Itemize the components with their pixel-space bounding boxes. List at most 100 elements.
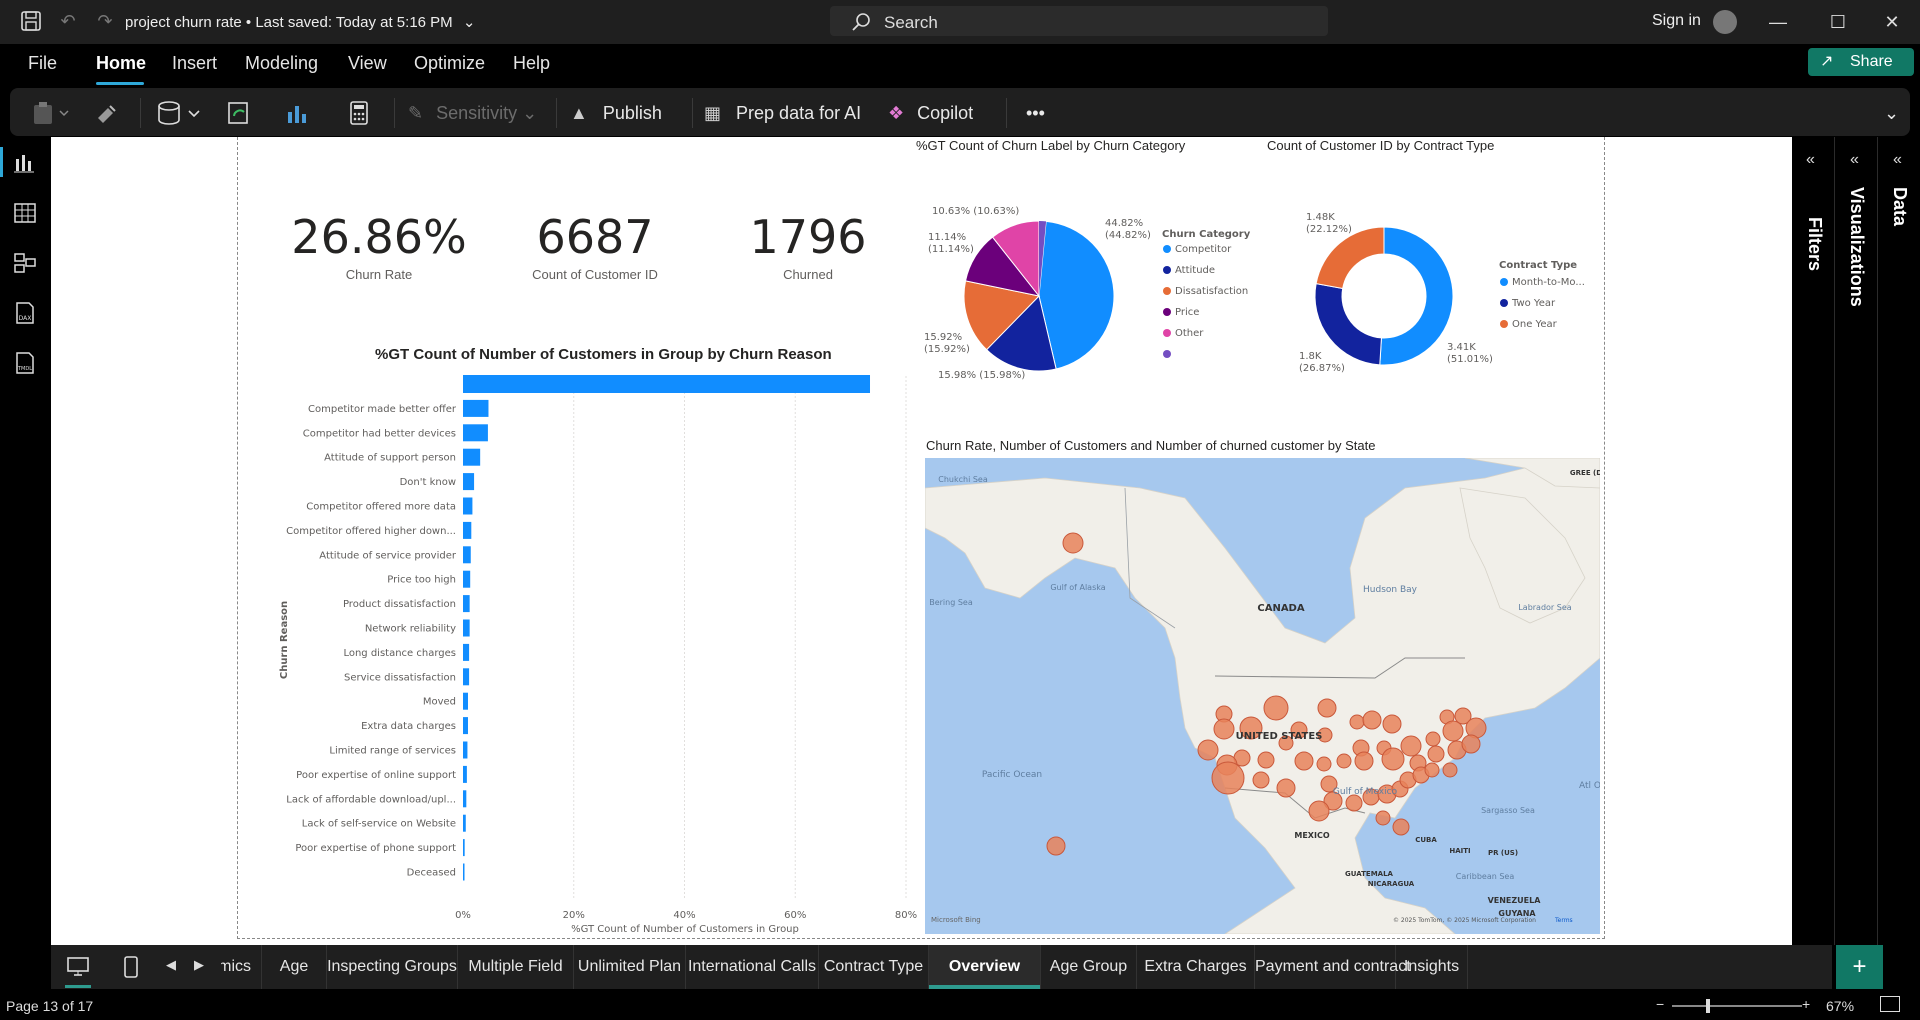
map-bubble[interactable] xyxy=(1400,735,1422,757)
undo-icon[interactable]: ↶ xyxy=(57,10,79,32)
prep-data-button[interactable]: ▦ Prep data for AI xyxy=(704,100,861,126)
transform-data-icon[interactable] xyxy=(226,100,252,126)
bar-chart-bar[interactable] xyxy=(463,839,465,857)
map-bubble[interactable] xyxy=(1317,698,1337,718)
scroll-tabs-right-icon[interactable]: ▶ xyxy=(194,957,204,973)
map-bubble[interactable] xyxy=(1211,761,1245,795)
map-bubble[interactable] xyxy=(1392,818,1410,836)
fit-to-page-icon[interactable] xyxy=(1880,996,1900,1012)
menu-help[interactable]: Help xyxy=(513,53,550,74)
map-bubble[interactable] xyxy=(1252,771,1270,789)
map-bubble[interactable] xyxy=(1362,710,1382,730)
map-bubble[interactable] xyxy=(1336,753,1352,769)
map-bubble[interactable] xyxy=(1308,800,1330,822)
page-tab[interactable]: Multiple Field xyxy=(458,945,574,989)
map-bubble[interactable] xyxy=(1316,756,1332,772)
desktop-layout-icon[interactable] xyxy=(65,955,91,988)
map-bubble[interactable] xyxy=(1062,532,1084,554)
table-view-icon[interactable] xyxy=(12,201,38,225)
map-bubble[interactable] xyxy=(1213,718,1235,740)
menu-optimize[interactable]: Optimize xyxy=(414,53,485,74)
format-painter-icon[interactable] xyxy=(94,100,120,126)
page-tab[interactable]: Age Group xyxy=(1041,945,1137,989)
report-view-icon[interactable] xyxy=(12,151,38,175)
donut-slice[interactable] xyxy=(1379,226,1454,366)
bar-chart-bar[interactable] xyxy=(463,814,466,832)
avatar[interactable] xyxy=(1713,10,1737,34)
bar-chart-bar[interactable] xyxy=(463,497,473,515)
minimize-icon[interactable]: — xyxy=(1758,8,1798,36)
bar-chart-bar[interactable] xyxy=(463,375,871,393)
expand-data-icon[interactable]: « xyxy=(1893,151,1902,169)
bar-chart-bar[interactable] xyxy=(463,765,467,783)
bar-chart-bar[interactable] xyxy=(463,424,488,442)
new-visual-icon[interactable] xyxy=(284,100,310,126)
map-bubble[interactable] xyxy=(1381,747,1405,771)
tmdl-view-icon[interactable]: TMDL xyxy=(12,351,38,375)
page-tab[interactable]: mics xyxy=(211,945,262,989)
state-bubble-map[interactable]: Chukchi Sea Bering Sea Gulf of Alaska CANAD… xyxy=(925,458,1600,934)
redo-icon[interactable]: ↷ xyxy=(94,10,116,32)
filters-pane[interactable]: « Filters xyxy=(1792,137,1835,945)
map-bubble[interactable] xyxy=(1197,739,1219,761)
menu-home[interactable]: Home xyxy=(96,53,146,74)
bar-chart-bar[interactable] xyxy=(463,717,468,735)
bar-chart-bar[interactable] xyxy=(463,643,470,661)
close-icon[interactable]: ✕ xyxy=(1872,8,1912,36)
bar-chart-bar[interactable] xyxy=(463,570,471,588)
menu-modeling[interactable]: Modeling xyxy=(245,53,318,74)
map-bubble[interactable] xyxy=(1345,794,1363,812)
more-options-icon[interactable]: ••• xyxy=(1026,100,1045,126)
map-bubble[interactable] xyxy=(1375,810,1391,826)
pie-legend-label[interactable]: Attitude xyxy=(1175,265,1215,276)
map-bubble[interactable] xyxy=(1276,778,1296,798)
map-bubble[interactable] xyxy=(1294,751,1314,771)
menu-view[interactable]: View xyxy=(348,53,387,74)
map-bubble[interactable] xyxy=(1461,734,1481,754)
bar-chart-bar[interactable] xyxy=(463,399,489,417)
pie-legend-label[interactable]: Price xyxy=(1175,307,1199,318)
map-bubble[interactable] xyxy=(1382,714,1402,734)
page-tab[interactable]: Payment and contract xyxy=(1255,945,1411,989)
page-tab[interactable]: Inspecting Groups xyxy=(327,945,458,989)
map-bubble[interactable] xyxy=(1263,695,1289,721)
map-bubble[interactable] xyxy=(1427,745,1445,763)
zoom-slider[interactable] xyxy=(1672,999,1802,1013)
donut-legend-label[interactable]: One Year xyxy=(1512,319,1558,330)
donut-slice[interactable] xyxy=(1314,283,1382,366)
pie-chart[interactable]: 44.82% (44.82%) 15.98% (15.98%) 15.92% (15.9… xyxy=(916,200,1256,400)
dax-query-view-icon[interactable]: DAX xyxy=(12,301,38,325)
zoom-in-icon[interactable]: + xyxy=(1802,996,1810,1012)
scroll-tabs-left-icon[interactable]: ◀ xyxy=(166,957,176,973)
calculator-icon[interactable] xyxy=(346,100,372,126)
get-data-icon[interactable] xyxy=(156,100,206,126)
sensitivity-button[interactable]: ✎ Sensitivity ⌄ xyxy=(408,100,537,126)
map-bubble[interactable] xyxy=(1257,751,1275,769)
search-box[interactable]: Search xyxy=(830,6,1328,36)
page-tab[interactable]: Unlimited Plan xyxy=(574,945,686,989)
zoom-out-icon[interactable]: − xyxy=(1656,996,1664,1012)
save-icon[interactable] xyxy=(20,10,42,32)
bar-chart-bar[interactable] xyxy=(463,790,467,808)
page-tab[interactable]: International Calls xyxy=(686,945,819,989)
map-bubble[interactable] xyxy=(1349,714,1365,730)
bar-chart-bar[interactable] xyxy=(463,473,475,491)
page-tab[interactable]: Age xyxy=(262,945,327,989)
visualizations-pane[interactable]: « Visualizations xyxy=(1836,137,1878,945)
model-view-icon[interactable] xyxy=(12,251,38,275)
map-bubble[interactable] xyxy=(1442,762,1458,778)
page-tab[interactable]: Contract Type xyxy=(819,945,929,989)
add-page-button[interactable]: + xyxy=(1836,945,1883,989)
pie-legend-label[interactable]: Other xyxy=(1175,328,1204,339)
bar-chart-bar[interactable] xyxy=(463,521,472,539)
data-pane[interactable]: « Data xyxy=(1879,137,1920,945)
bar-chart-bar[interactable] xyxy=(463,619,470,637)
chevron-down-icon[interactable]: ⌄ xyxy=(1884,100,1899,126)
map-bubble[interactable] xyxy=(1354,751,1374,771)
donut-slice[interactable] xyxy=(1315,226,1385,290)
bar-chart-bar[interactable] xyxy=(463,741,468,759)
paste-icon[interactable] xyxy=(32,100,72,126)
menu-file[interactable]: File xyxy=(28,53,57,74)
mobile-layout-icon[interactable] xyxy=(123,955,139,979)
bar-chart-bar[interactable] xyxy=(463,668,470,686)
